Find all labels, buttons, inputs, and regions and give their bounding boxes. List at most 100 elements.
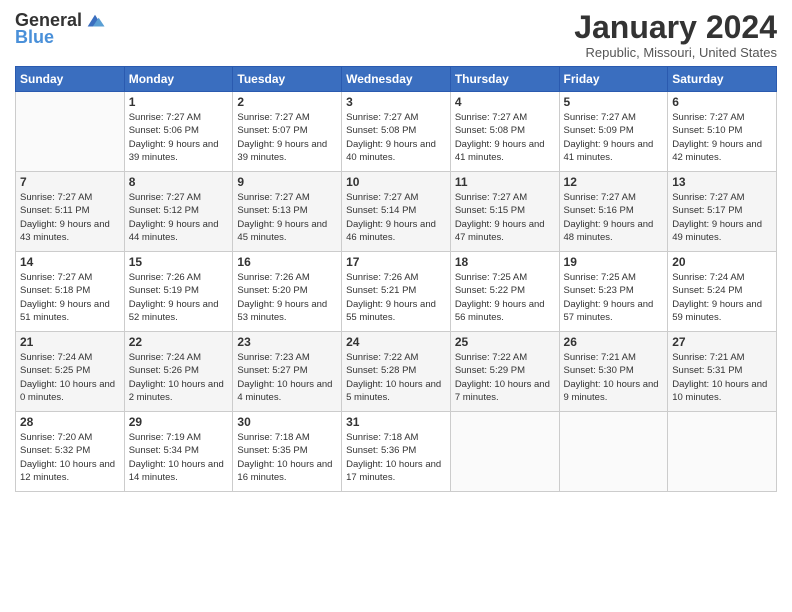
day-info: Sunrise: 7:27 AMSunset: 5:07 PMDaylight:… [237,111,337,164]
subtitle: Republic, Missouri, United States [574,45,777,60]
calendar-cell: 30Sunrise: 7:18 AMSunset: 5:35 PMDayligh… [233,412,342,492]
day-info: Sunrise: 7:27 AMSunset: 5:06 PMDaylight:… [129,111,229,164]
calendar-cell [559,412,668,492]
day-info: Sunrise: 7:27 AMSunset: 5:12 PMDaylight:… [129,191,229,244]
calendar-cell: 25 Sunrise: 7:22 AMSunset: 5:29 PMDayligh… [450,332,559,412]
day-info: Sunrise: 7:27 AMSunset: 5:14 PMDaylight:… [346,191,446,244]
title-block: January 2024 Republic, Missouri, United … [574,10,777,60]
day-number: 22 [129,335,229,349]
day-number: 9 [237,175,337,189]
logo: General Blue [15,10,106,48]
weekday-header-row: SundayMondayTuesdayWednesdayThursdayFrid… [16,67,777,92]
day-info: Sunrise: 7:18 AMSunset: 5:36 PMDaylight:… [346,431,446,484]
calendar-cell: 1 Sunrise: 7:27 AMSunset: 5:06 PMDaylight… [124,92,233,172]
calendar-week-row: 1 Sunrise: 7:27 AMSunset: 5:06 PMDaylight… [16,92,777,172]
calendar-week-row: 21Sunrise: 7:24 AMSunset: 5:25 PMDayligh… [16,332,777,412]
day-info: Sunrise: 7:27 AMSunset: 5:11 PMDaylight:… [20,191,120,244]
calendar-cell: 12 Sunrise: 7:27 AMSunset: 5:16 PMDayligh… [559,172,668,252]
calendar-cell: 31 Sunrise: 7:18 AMSunset: 5:36 PMDayligh… [342,412,451,492]
weekday-header-monday: Monday [124,67,233,92]
day-number: 10 [346,175,446,189]
day-number: 11 [455,175,555,189]
day-number: 31 [346,415,446,429]
calendar-cell: 2Sunrise: 7:27 AMSunset: 5:07 PMDaylight… [233,92,342,172]
day-info: Sunrise: 7:27 AMSunset: 5:08 PMDaylight:… [346,111,446,164]
calendar-cell: 15 Sunrise: 7:26 AMSunset: 5:19 PMDayligh… [124,252,233,332]
logo-icon [84,10,106,32]
weekday-header-wednesday: Wednesday [342,67,451,92]
calendar-cell: 19 Sunrise: 7:25 AMSunset: 5:23 PMDayligh… [559,252,668,332]
calendar-cell: 20Sunrise: 7:24 AMSunset: 5:24 PMDayligh… [668,252,777,332]
calendar-cell: 17 Sunrise: 7:26 AMSunset: 5:21 PMDayligh… [342,252,451,332]
day-info: Sunrise: 7:25 AMSunset: 5:22 PMDaylight:… [455,271,555,324]
calendar-cell: 26 Sunrise: 7:21 AMSunset: 5:30 PMDayligh… [559,332,668,412]
day-info: Sunrise: 7:26 AMSunset: 5:19 PMDaylight:… [129,271,229,324]
calendar-cell: 6Sunrise: 7:27 AMSunset: 5:10 PMDaylight… [668,92,777,172]
header: General Blue January 2024 Republic, Miss… [15,10,777,60]
calendar-cell: 4Sunrise: 7:27 AMSunset: 5:08 PMDaylight… [450,92,559,172]
calendar-header: SundayMondayTuesdayWednesdayThursdayFrid… [16,67,777,92]
day-number: 13 [672,175,772,189]
day-number: 4 [455,95,555,109]
calendar-week-row: 14Sunrise: 7:27 AMSunset: 5:18 PMDayligh… [16,252,777,332]
day-info: Sunrise: 7:26 AMSunset: 5:20 PMDaylight:… [237,271,337,324]
day-number: 5 [564,95,664,109]
calendar-cell [668,412,777,492]
calendar-cell: 14Sunrise: 7:27 AMSunset: 5:18 PMDayligh… [16,252,125,332]
day-info: Sunrise: 7:22 AMSunset: 5:29 PMDaylight:… [455,351,555,404]
calendar-cell: 5 Sunrise: 7:27 AMSunset: 5:09 PMDaylight… [559,92,668,172]
weekday-header-friday: Friday [559,67,668,92]
calendar-cell: 13 Sunrise: 7:27 AMSunset: 5:17 PMDayligh… [668,172,777,252]
weekday-header-tuesday: Tuesday [233,67,342,92]
day-number: 6 [672,95,772,109]
calendar-cell: 8 Sunrise: 7:27 AMSunset: 5:12 PMDaylight… [124,172,233,252]
calendar-cell: 16 Sunrise: 7:26 AMSunset: 5:20 PMDayligh… [233,252,342,332]
day-number: 27 [672,335,772,349]
day-number: 8 [129,175,229,189]
day-number: 15 [129,255,229,269]
logo-text-blue: Blue [15,28,54,48]
day-number: 12 [564,175,664,189]
calendar-cell: 28Sunrise: 7:20 AMSunset: 5:32 PMDayligh… [16,412,125,492]
day-number: 16 [237,255,337,269]
calendar-cell: 22 Sunrise: 7:24 AMSunset: 5:26 PMDayligh… [124,332,233,412]
day-info: Sunrise: 7:27 AMSunset: 5:15 PMDaylight:… [455,191,555,244]
day-number: 25 [455,335,555,349]
day-info: Sunrise: 7:27 AMSunset: 5:17 PMDaylight:… [672,191,772,244]
weekday-header-thursday: Thursday [450,67,559,92]
day-info: Sunrise: 7:27 AMSunset: 5:16 PMDaylight:… [564,191,664,244]
day-info: Sunrise: 7:24 AMSunset: 5:26 PMDaylight:… [129,351,229,404]
day-number: 18 [455,255,555,269]
calendar-cell [16,92,125,172]
calendar-cell: 11 Sunrise: 7:27 AMSunset: 5:15 PMDayligh… [450,172,559,252]
day-info: Sunrise: 7:23 AMSunset: 5:27 PMDaylight:… [237,351,337,404]
day-info: Sunrise: 7:25 AMSunset: 5:23 PMDaylight:… [564,271,664,324]
calendar-cell: 27Sunrise: 7:21 AMSunset: 5:31 PMDayligh… [668,332,777,412]
day-number: 1 [129,95,229,109]
day-info: Sunrise: 7:26 AMSunset: 5:21 PMDaylight:… [346,271,446,324]
day-number: 19 [564,255,664,269]
day-number: 28 [20,415,120,429]
day-info: Sunrise: 7:21 AMSunset: 5:30 PMDaylight:… [564,351,664,404]
calendar-cell: 29 Sunrise: 7:19 AMSunset: 5:34 PMDayligh… [124,412,233,492]
day-number: 17 [346,255,446,269]
calendar-cell: 3Sunrise: 7:27 AMSunset: 5:08 PMDaylight… [342,92,451,172]
calendar-week-row: 28Sunrise: 7:20 AMSunset: 5:32 PMDayligh… [16,412,777,492]
calendar-cell: 24Sunrise: 7:22 AMSunset: 5:28 PMDayligh… [342,332,451,412]
calendar-cell [450,412,559,492]
day-info: Sunrise: 7:24 AMSunset: 5:25 PMDaylight:… [20,351,120,404]
calendar-cell: 23Sunrise: 7:23 AMSunset: 5:27 PMDayligh… [233,332,342,412]
day-number: 14 [20,255,120,269]
day-number: 29 [129,415,229,429]
day-info: Sunrise: 7:22 AMSunset: 5:28 PMDaylight:… [346,351,446,404]
main-title: January 2024 [574,10,777,45]
page: General Blue January 2024 Republic, Miss… [0,0,792,612]
calendar-cell: 21Sunrise: 7:24 AMSunset: 5:25 PMDayligh… [16,332,125,412]
day-info: Sunrise: 7:19 AMSunset: 5:34 PMDaylight:… [129,431,229,484]
day-info: Sunrise: 7:18 AMSunset: 5:35 PMDaylight:… [237,431,337,484]
day-info: Sunrise: 7:27 AMSunset: 5:09 PMDaylight:… [564,111,664,164]
calendar-cell: 10 Sunrise: 7:27 AMSunset: 5:14 PMDayligh… [342,172,451,252]
calendar-cell: 18 Sunrise: 7:25 AMSunset: 5:22 PMDayligh… [450,252,559,332]
day-number: 26 [564,335,664,349]
calendar: SundayMondayTuesdayWednesdayThursdayFrid… [15,66,777,492]
